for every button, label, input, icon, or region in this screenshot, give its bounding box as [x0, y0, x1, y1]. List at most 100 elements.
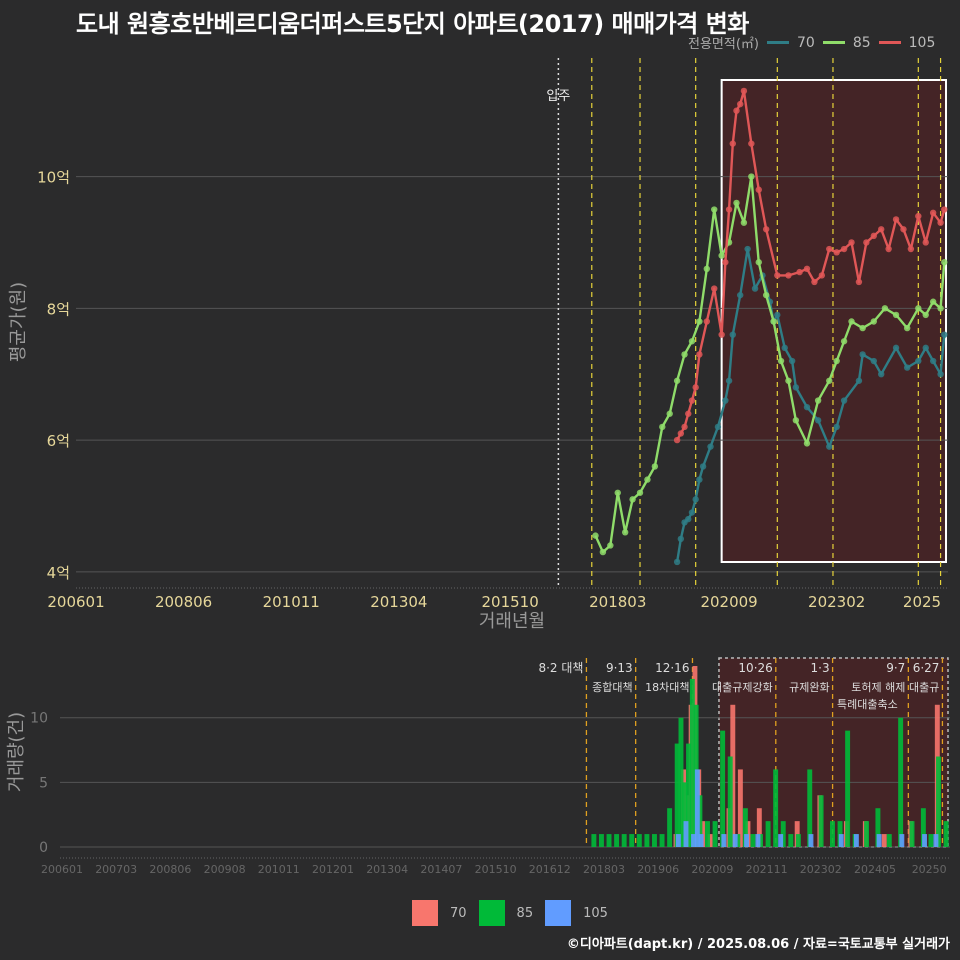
bar-x-tick-label: 202302: [800, 863, 842, 876]
bar-85: [712, 821, 718, 847]
point-105: [929, 209, 937, 217]
point-85: [826, 377, 833, 384]
point-85: [762, 291, 770, 299]
y-tick-label: 8억: [47, 300, 70, 318]
x-axis-title: 거래년월: [479, 611, 545, 632]
policy-label: 9·13: [606, 661, 633, 675]
policy-sublabel: 대출규제강화: [712, 681, 773, 694]
point-70: [941, 331, 948, 338]
point-85: [644, 476, 651, 483]
point-70: [929, 357, 937, 365]
bar-85: [598, 834, 604, 847]
point-85: [859, 324, 866, 332]
bar-x-tick-label: 201906: [637, 863, 679, 876]
bar-85: [720, 730, 726, 847]
point-105: [692, 384, 699, 391]
legend-label-85: 85: [852, 34, 871, 51]
legend-label-70: 70: [796, 34, 815, 51]
point-105: [848, 239, 855, 246]
policy-sublabel: 특례대출축소: [837, 698, 898, 711]
bar-x-tick-label: 201803: [583, 863, 625, 876]
x-tick-label: 200601: [47, 593, 104, 611]
point-85: [833, 357, 840, 365]
point-85: [892, 311, 900, 319]
bar-legend: 70 85 105: [412, 900, 608, 926]
point-105: [818, 272, 826, 279]
point-105: [796, 268, 803, 276]
point-70: [792, 384, 800, 391]
policy-label: 6·27: [913, 661, 940, 675]
point-85: [792, 417, 800, 424]
legend-swatch-105: [878, 41, 901, 44]
bar-85: [943, 821, 949, 847]
y-tick-label: 6억: [47, 432, 70, 450]
bar-x-tick-label: 201304: [366, 863, 408, 876]
bar-85: [765, 821, 771, 847]
bar-x-tick-label: 201011: [258, 863, 300, 876]
point-85: [614, 489, 621, 496]
bar-85: [659, 834, 665, 847]
point-70: [685, 515, 692, 523]
policy-label: 12·16: [655, 661, 689, 675]
point-70: [892, 344, 900, 352]
policy-label: 1·3: [811, 661, 830, 675]
point-85: [711, 206, 718, 213]
bar-85: [773, 769, 779, 847]
point-105: [826, 245, 833, 253]
policy-sublabel: 18차대책: [645, 681, 689, 694]
policy-sublabel: 종합대책: [592, 681, 632, 694]
y-tick-label: 4억: [47, 564, 70, 582]
bar-85: [909, 821, 915, 847]
point-85: [733, 199, 740, 207]
point-70: [833, 423, 840, 431]
point-85: [937, 305, 944, 312]
point-105: [696, 351, 703, 358]
bar-legend-label-85: 85: [516, 905, 534, 921]
point-105: [748, 140, 755, 147]
bar-85: [750, 834, 756, 847]
x-tick-label: 201011: [263, 593, 320, 611]
point-85: [651, 463, 659, 470]
bar-105: [808, 834, 814, 847]
point-105: [673, 436, 681, 444]
point-85: [740, 219, 748, 226]
point-105: [733, 107, 740, 114]
point-105: [718, 331, 725, 338]
point-70: [699, 463, 707, 470]
bar-x-tick-label: 200703: [95, 863, 137, 876]
bar-85: [830, 821, 835, 847]
bar-105: [698, 834, 704, 847]
point-70: [692, 496, 699, 503]
point-70: [729, 331, 736, 338]
point-85: [696, 318, 703, 325]
point-85: [840, 338, 848, 345]
bar-105: [853, 834, 859, 847]
point-70: [696, 476, 703, 483]
point-70: [722, 397, 729, 404]
x-tick-label: 201510: [482, 593, 539, 611]
point-85: [659, 423, 666, 431]
point-105: [915, 212, 922, 220]
point-70: [814, 417, 822, 424]
bar-85: [705, 821, 710, 847]
point-70: [855, 377, 863, 384]
point-105: [833, 249, 840, 256]
point-85: [870, 318, 877, 325]
point-70: [878, 371, 885, 378]
point-70: [725, 377, 733, 384]
point-70: [803, 403, 811, 411]
bar-85: [621, 834, 627, 847]
policy-label: 9·7: [886, 661, 905, 675]
bar-legend-swatch-70: [412, 900, 438, 926]
point-70: [937, 371, 944, 378]
point-85: [755, 259, 762, 266]
point-70: [737, 291, 744, 299]
point-85: [922, 311, 929, 319]
point-105: [892, 216, 900, 223]
x-tick-label: 202302: [808, 593, 865, 611]
point-70: [677, 535, 685, 543]
point-105: [870, 232, 877, 240]
point-105: [878, 226, 885, 233]
bar-y-tick-label: 5: [39, 775, 48, 791]
point-85: [681, 351, 688, 358]
